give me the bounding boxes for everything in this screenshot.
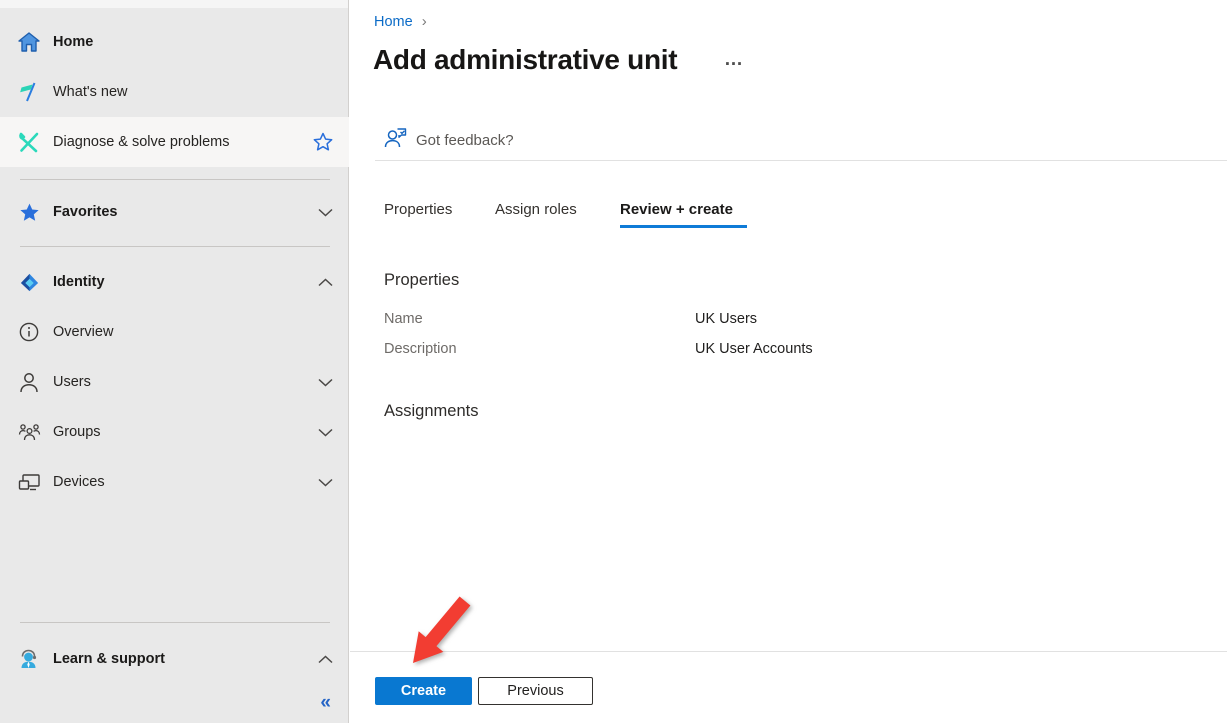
sidebar-divider — [20, 246, 330, 247]
chevron-up-icon — [318, 277, 333, 287]
header-divider — [375, 160, 1227, 161]
got-feedback-link[interactable]: Got feedback? — [384, 127, 514, 153]
field-label-name: Name — [384, 311, 423, 327]
whats-new-flag-icon — [16, 81, 42, 103]
sidebar-item-users[interactable]: Users — [0, 357, 349, 407]
breadcrumb: Home › — [374, 13, 427, 30]
sidebar-item-overview[interactable]: Overview — [0, 307, 349, 357]
home-icon — [16, 32, 42, 52]
devices-icon — [16, 473, 42, 492]
sidebar-item-label: What's new — [53, 84, 128, 100]
active-tab-underline — [620, 225, 747, 228]
sidebar-item-label: Devices — [53, 474, 105, 490]
sidebar-item-label: Favorites — [53, 204, 118, 220]
field-label-description: Description — [384, 341, 457, 357]
sidebar-item-favorites[interactable]: Favorites — [0, 187, 349, 237]
page-title: Add administrative unit — [373, 44, 678, 75]
properties-section-heading: Properties — [384, 271, 460, 289]
sidebar-divider — [20, 179, 330, 180]
got-feedback-label: Got feedback? — [416, 131, 514, 149]
sidebar-item-learn-support[interactable]: Learn & support — [0, 634, 349, 684]
sidebar-item-label: Home — [53, 34, 94, 50]
assignments-section-heading: Assignments — [384, 402, 479, 420]
people-group-icon — [16, 422, 42, 442]
tab-properties[interactable]: Properties — [384, 201, 452, 218]
support-agent-icon — [16, 648, 42, 670]
chevron-down-icon — [318, 208, 333, 217]
identity-entra-icon — [16, 271, 42, 294]
previous-button[interactable]: Previous — [478, 677, 593, 705]
sidebar-item-label: Overview — [53, 324, 114, 340]
person-icon — [16, 372, 42, 393]
favorite-star-outline-icon[interactable] — [313, 132, 333, 152]
chevron-down-icon — [318, 378, 333, 387]
chevron-up-icon — [318, 654, 333, 664]
footer-divider — [350, 651, 1227, 652]
collapse-sidebar-icon[interactable]: « — [320, 693, 331, 712]
sidebar-item-home[interactable]: Home — [0, 17, 349, 67]
sidebar-item-devices[interactable]: Devices — [0, 457, 349, 507]
tab-assign-roles[interactable]: Assign roles — [495, 201, 577, 218]
diagnose-tools-icon — [16, 131, 42, 153]
info-circle-icon — [16, 322, 42, 342]
sidebar-item-label: Diagnose & solve problems — [53, 134, 230, 150]
more-options-icon[interactable]: … — [724, 49, 745, 71]
left-nav-sidebar: Home What's new Diagnose & solve problem… — [0, 0, 349, 723]
star-filled-icon — [16, 202, 42, 223]
sidebar-divider — [20, 622, 330, 623]
sidebar-top-strip — [0, 0, 348, 8]
sidebar-item-label: Groups — [53, 424, 101, 440]
sidebar-item-identity[interactable]: Identity — [0, 257, 349, 307]
create-button[interactable]: Create — [375, 677, 472, 705]
chevron-down-icon — [318, 428, 333, 437]
sidebar-item-whats-new[interactable]: What's new — [0, 67, 349, 117]
breadcrumb-home-link[interactable]: Home — [374, 14, 413, 30]
breadcrumb-chevron-icon: › — [421, 13, 427, 30]
feedback-person-icon — [384, 127, 407, 153]
chevron-down-icon — [318, 478, 333, 487]
sidebar-item-label: Learn & support — [53, 651, 165, 667]
field-value-name: UK Users — [695, 311, 758, 327]
field-value-description: UK User Accounts — [695, 341, 813, 357]
sidebar-item-label: Users — [53, 374, 91, 390]
sidebar-item-label: Identity — [53, 274, 105, 290]
sidebar-item-diagnose-solve-problems[interactable]: Diagnose & solve problems — [0, 117, 349, 167]
tab-review-create[interactable]: Review + create — [620, 201, 733, 218]
sidebar-item-groups[interactable]: Groups — [0, 407, 349, 457]
